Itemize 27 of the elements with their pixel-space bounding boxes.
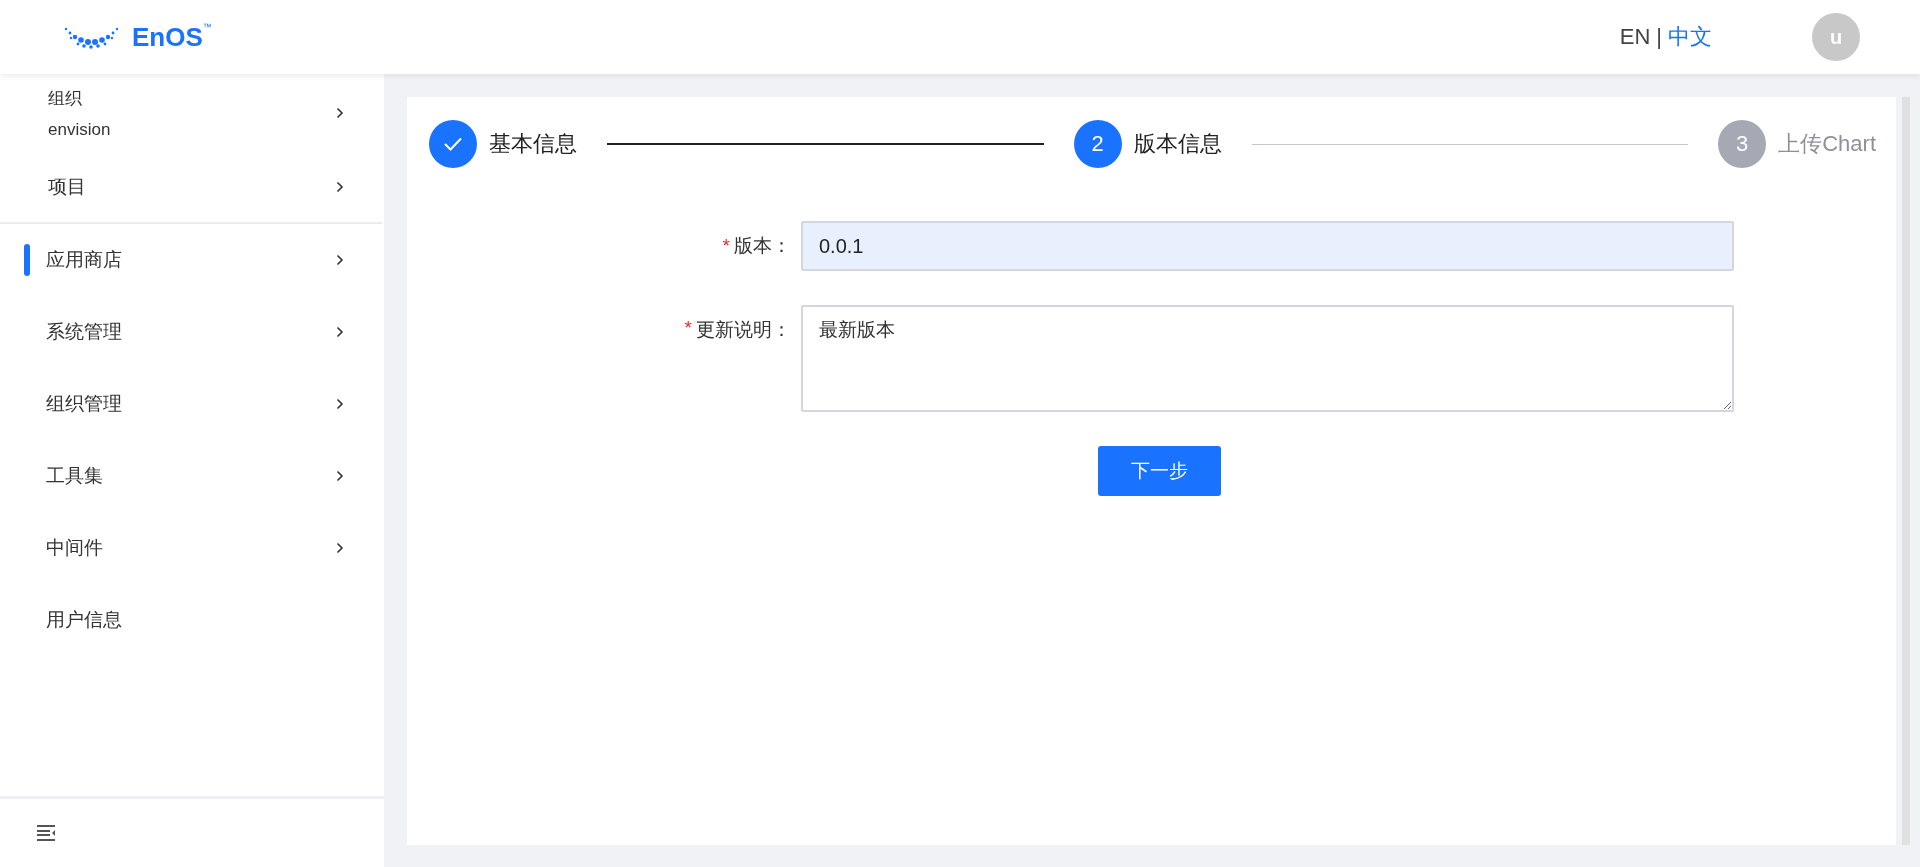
required-mark: * (722, 234, 730, 258)
next-button[interactable]: 下一步 (1098, 446, 1221, 496)
description-textarea[interactable]: 最新版本 (801, 305, 1734, 412)
field-label: 更新说明： (696, 318, 791, 342)
language-link[interactable]: EN (1619, 24, 1651, 50)
sidebar-item[interactable]: 工具集 (0, 440, 384, 512)
sidebar-item[interactable]: 用户信息 (0, 584, 384, 656)
language-separator: | (1656, 24, 1662, 50)
logo-text: EnOS$^{™}$ (132, 21, 212, 53)
step-circle: 2 (1073, 120, 1122, 168)
step-label: 上传Chart (1778, 130, 1876, 158)
sidebar-item[interactable]: 系统管理 (0, 296, 384, 368)
check-icon (443, 136, 463, 152)
chevron-right-icon (336, 107, 344, 119)
sidebar-item[interactable]: 中间件 (0, 512, 384, 584)
sidebar-item[interactable]: 应用商店 (0, 224, 384, 296)
step-circle: 3 (1718, 120, 1767, 168)
version-input[interactable]: 0.0.1 (801, 221, 1734, 271)
sidebar-item[interactable]: 项目 (0, 152, 384, 222)
language-link[interactable]: 中文 (1668, 22, 1712, 52)
organization-selector[interactable]: 组织 envision (0, 74, 384, 152)
required-mark: * (684, 317, 692, 340)
collapse-menu-icon[interactable] (36, 824, 56, 842)
step-label: 版本信息 (1133, 130, 1222, 158)
sidebar-item[interactable]: 组织管理 (0, 368, 384, 440)
field-label: 版本： (734, 234, 791, 258)
step-label: 基本信息 (489, 130, 577, 158)
